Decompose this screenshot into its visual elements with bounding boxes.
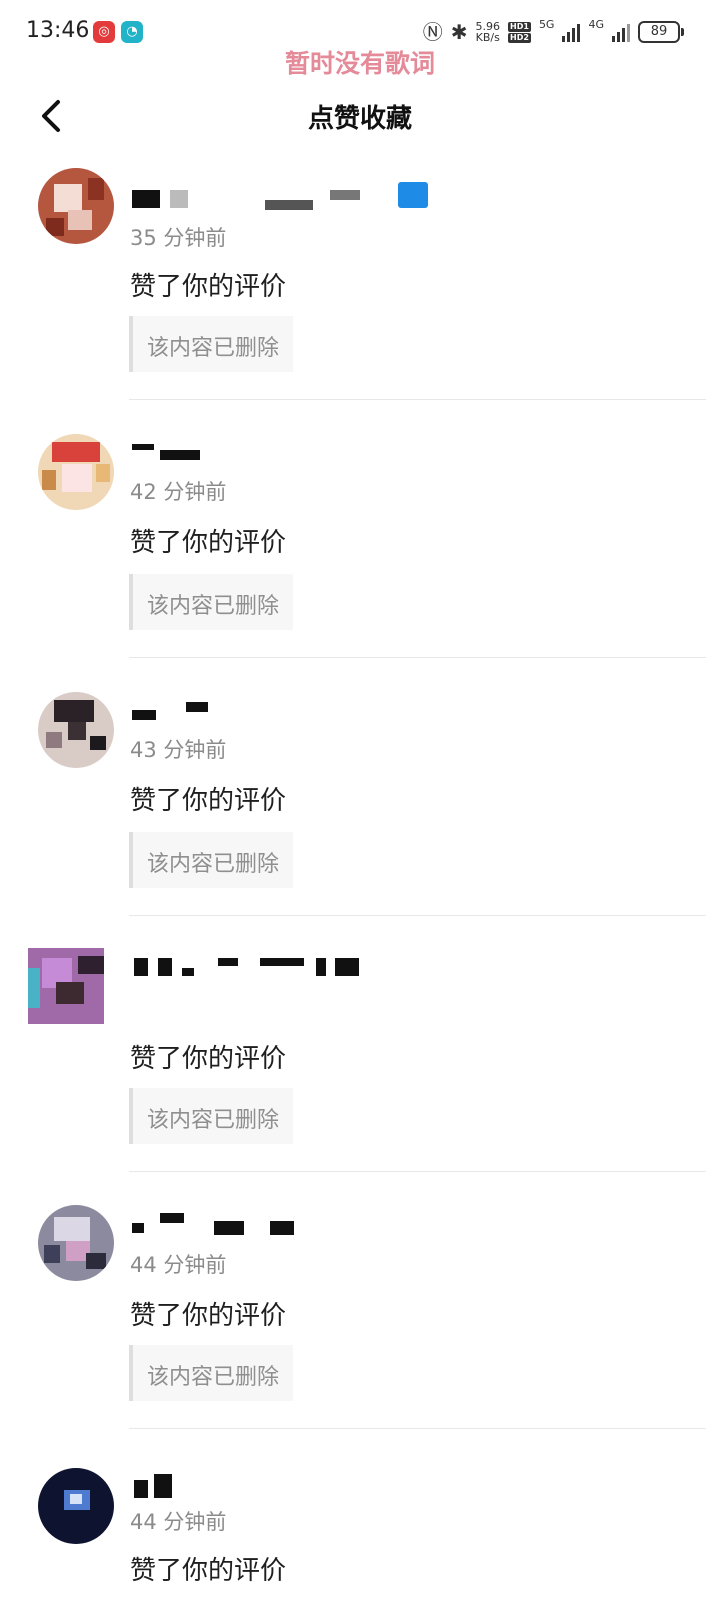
page-title: 点赞收藏 bbox=[307, 104, 412, 134]
network-speed: 5.96 KB/s bbox=[476, 21, 501, 43]
quoted-text: 该内容已删除 bbox=[147, 1108, 280, 1133]
lyric-bar: 暂时没有歌词 bbox=[284, 49, 435, 78]
status-icons: Ⓝ ✱ 5.96 KB/s HD1 HD2 5G 4G 89 bbox=[422, 18, 684, 46]
divider bbox=[129, 657, 706, 658]
signal-strength-icon bbox=[612, 22, 630, 42]
avatar[interactable] bbox=[38, 434, 114, 510]
avatar[interactable] bbox=[38, 692, 114, 768]
time-ago: 44 分钟前 bbox=[130, 1510, 227, 1534]
quoted-content[interactable]: 该内容已删除 bbox=[129, 1088, 293, 1144]
username-blurred[interactable] bbox=[130, 702, 220, 724]
divider bbox=[129, 915, 706, 916]
hd-voice-icon: HD1 HD2 bbox=[508, 21, 531, 43]
time-ago: 43 分钟前 bbox=[130, 738, 227, 762]
network-speed-unit: KB/s bbox=[475, 31, 500, 44]
action-text: 赞了你的评价 bbox=[130, 1044, 287, 1074]
quoted-text: 该内容已删除 bbox=[147, 336, 280, 361]
clock: 13:46 bbox=[26, 18, 90, 43]
divider bbox=[129, 399, 706, 400]
quoted-text: 该内容已删除 bbox=[147, 1365, 280, 1390]
username-blurred[interactable] bbox=[130, 958, 370, 980]
signal-strength-icon bbox=[562, 22, 581, 42]
action-text: 赞了你的评价 bbox=[130, 1301, 287, 1331]
username-blurred[interactable] bbox=[130, 190, 430, 212]
netease-music-icon: ◎ bbox=[93, 21, 115, 43]
time-ago: 44 分钟前 bbox=[130, 1253, 227, 1277]
hd1-label: HD1 bbox=[508, 21, 531, 32]
action-text: 赞了你的评价 bbox=[130, 272, 287, 302]
bluetooth-icon: ✱ bbox=[450, 20, 468, 44]
username-blurred[interactable] bbox=[130, 444, 220, 466]
battery-icon: 89 bbox=[638, 21, 684, 43]
app-icon: ◔ bbox=[121, 21, 143, 43]
hd2-label: HD2 bbox=[508, 32, 531, 43]
avatar[interactable] bbox=[38, 1468, 114, 1544]
quoted-content[interactable]: 该内容已删除 bbox=[129, 832, 293, 888]
top-navigation: 点赞收藏 bbox=[0, 84, 720, 148]
action-text: 赞了你的评价 bbox=[130, 786, 287, 816]
divider bbox=[129, 1428, 706, 1429]
nfc-icon: Ⓝ bbox=[422, 20, 443, 44]
username-blurred[interactable] bbox=[130, 1474, 190, 1498]
avatar[interactable] bbox=[38, 1205, 114, 1281]
quoted-text: 该内容已删除 bbox=[147, 852, 280, 877]
sim1-network-type: 5G bbox=[538, 18, 555, 31]
time-ago: 42 分钟前 bbox=[130, 480, 227, 504]
verified-badge-icon bbox=[398, 182, 428, 208]
time-ago: 35 分钟前 bbox=[130, 226, 227, 250]
quoted-content[interactable]: 该内容已删除 bbox=[129, 574, 293, 630]
quoted-text: 该内容已删除 bbox=[147, 594, 280, 619]
username-blurred[interactable] bbox=[130, 1213, 300, 1235]
avatar[interactable] bbox=[38, 168, 114, 244]
divider bbox=[129, 1171, 706, 1172]
avatar[interactable] bbox=[28, 948, 104, 1024]
sim2-network-type: 4G bbox=[588, 18, 604, 31]
action-text: 赞了你的评价 bbox=[130, 1556, 287, 1586]
quoted-content[interactable]: 该内容已删除 bbox=[129, 316, 293, 372]
action-text: 赞了你的评价 bbox=[130, 528, 287, 558]
quoted-content[interactable]: 该内容已删除 bbox=[129, 1345, 293, 1401]
